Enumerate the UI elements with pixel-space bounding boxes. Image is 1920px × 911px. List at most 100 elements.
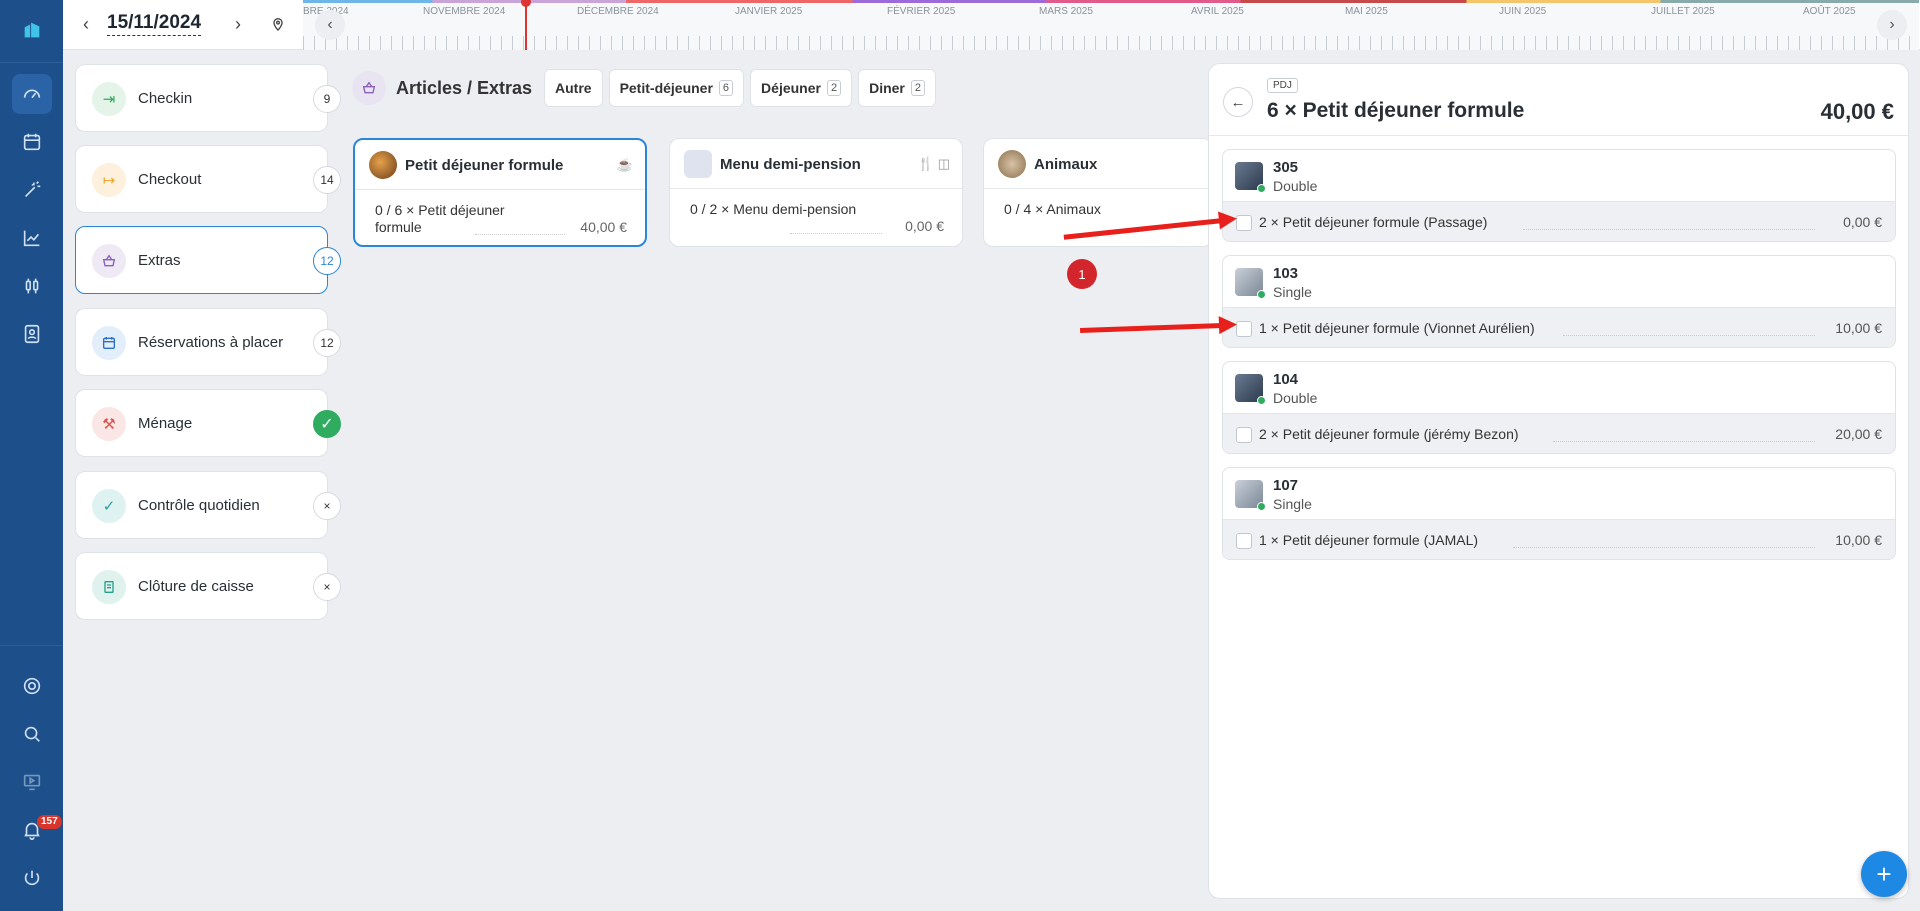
served-checkbox[interactable] [1236, 533, 1252, 549]
extra-line-price: 0,00 € [1843, 214, 1882, 230]
divider [670, 188, 962, 189]
timeline-next-button[interactable]: › [1877, 10, 1907, 40]
timeline-month-label: JUILLET 2025 [1651, 6, 1715, 17]
panel-title: 6 × Petit déjeuner formule [1267, 99, 1525, 122]
dotted-leader [1523, 229, 1815, 230]
previous-day-button[interactable]: ‹ [75, 13, 97, 35]
room-type: Double [1273, 390, 1318, 406]
task-card-checkout[interactable]: ↦ Checkout 14 [75, 145, 341, 213]
chip-autre[interactable]: Autre [544, 69, 603, 107]
task-done-check: ✓ [313, 410, 341, 438]
chip-petit-dejeuner[interactable]: Petit-déjeuner 6 [608, 69, 745, 107]
timeline-month-label: AVRIL 2025 [1191, 6, 1244, 17]
served-checkbox[interactable] [1236, 427, 1252, 443]
chip-label: Petit-déjeuner [619, 80, 713, 96]
search-icon[interactable] [12, 714, 52, 754]
chip-label: Diner [869, 80, 905, 96]
timeline-month-label: DÉCEMBRE 2024 [577, 6, 659, 17]
magic-wand-icon[interactable] [12, 170, 52, 210]
task-card-menage[interactable]: ⚒ Ménage ✓ [75, 389, 341, 457]
room-block-103: 103 Single 1 × Petit déjeuner formule (V… [1222, 255, 1896, 348]
timeline-month-label: NOVEMBRE 2024 [423, 6, 506, 17]
served-checkbox[interactable] [1236, 215, 1252, 231]
task-label: Ménage [138, 415, 193, 432]
task-label: Checkin [138, 90, 193, 107]
product-placeholder-icon [684, 150, 712, 178]
chip-count: 6 [718, 80, 734, 96]
logout-icon: ↦ [92, 163, 126, 197]
product-price: 0,00 € [905, 218, 944, 234]
extra-line-price: 20,00 € [1835, 426, 1882, 442]
chart-line-icon[interactable] [12, 218, 52, 258]
task-card-cloture[interactable]: Clôture de caisse × [75, 552, 341, 620]
timeline-ticks [303, 36, 1919, 50]
dotted-leader [1553, 441, 1815, 442]
dashboard-icon[interactable] [12, 74, 52, 114]
extra-line-text: 1 × Petit déjeuner formule (JAMAL) [1259, 532, 1479, 548]
contact-card-icon[interactable] [12, 314, 52, 354]
timeline-scrubber[interactable]: BRE 2024 NOVEMBRE 2024 DÉCEMBRE 2024 JAN… [303, 0, 1919, 50]
add-button[interactable]: + [1861, 851, 1907, 897]
coffee-cup-icon: ☕ [616, 157, 633, 172]
task-card-reservations[interactable]: Réservations à placer 12 [75, 308, 341, 376]
room-status-dot [1257, 290, 1266, 299]
task-count: 9 [313, 85, 341, 113]
task-card-extras[interactable]: Extras 12 [75, 226, 341, 294]
basket-icon [352, 71, 386, 105]
extra-line-text: 2 × Petit déjeuner formule (jérémy Bezon… [1259, 426, 1519, 442]
back-arrow-icon[interactable]: ← [1223, 87, 1253, 117]
sliders-icon[interactable] [12, 266, 52, 306]
dotted-leader [1563, 335, 1815, 336]
room-status-dot [1257, 502, 1266, 511]
next-day-button[interactable]: › [227, 13, 249, 35]
task-card-checkin[interactable]: ⇥ Checkin 9 [75, 64, 341, 132]
power-icon[interactable] [12, 858, 52, 898]
app-logo-icon[interactable] [12, 10, 52, 50]
location-pin-icon[interactable] [267, 13, 289, 35]
chip-label: Déjeuner [761, 80, 821, 96]
calendar-icon[interactable] [12, 122, 52, 162]
room-status-dot [1257, 396, 1266, 405]
served-checkbox[interactable] [1236, 321, 1252, 337]
task-count: 12 [313, 247, 341, 275]
chip-diner[interactable]: Diner 2 [858, 69, 937, 107]
timeline-current-marker[interactable] [521, 0, 531, 50]
rail-divider [0, 62, 63, 63]
product-price: 40,00 € [580, 219, 627, 235]
step-marker: 1 [1067, 259, 1097, 289]
receipt-icon [92, 570, 126, 604]
task-label: Extras [138, 252, 181, 269]
annotation-arrow [1079, 323, 1224, 333]
task-card-controle[interactable]: ✓ Contrôle quotidien × [75, 471, 341, 539]
top-bar: ‹ 15/11/2024 › BRE 2024 NOVEMBRE 2024 DÉ… [63, 0, 1920, 50]
task-status-x: × [313, 573, 341, 601]
room-number: 103 [1273, 265, 1299, 282]
main-navigation-rail: 157 [0, 0, 63, 911]
articles-title: Articles / Extras [396, 77, 533, 98]
room-type: Double [1273, 178, 1318, 194]
extra-line: 1 × Petit déjeuner formule (Vionnet Auré… [1223, 307, 1895, 347]
room-number: 107 [1273, 477, 1299, 494]
dotted-leader [1513, 547, 1815, 548]
rail-divider [0, 645, 63, 646]
timeline-month-label: MAI 2025 [1345, 6, 1388, 17]
timeline-prev-button[interactable]: ‹ [315, 10, 345, 40]
divider [355, 189, 645, 190]
room-type: Single [1273, 284, 1312, 300]
room-number: 305 [1273, 159, 1299, 176]
timeline-month-label: MARS 2025 [1039, 6, 1093, 17]
panel-total: 40,00 € [1820, 99, 1894, 124]
category-filter-chips: Autre Petit-déjeuner 6 Déjeuner 2 Diner … [544, 69, 937, 107]
help-lifebuoy-icon[interactable] [12, 666, 52, 706]
product-card-menu-demi-pension[interactable]: Menu demi-pension 🍴 ◫ 0 / 2 × Menu demi-… [669, 138, 963, 247]
product-card-petit-dejeuner[interactable]: Petit déjeuner formule ☕ 0 / 6 × Petit d… [353, 138, 647, 247]
chip-count: 2 [826, 80, 842, 96]
current-date[interactable]: 15/11/2024 [107, 12, 202, 36]
extra-line: 2 × Petit déjeuner formule (jérémy Bezon… [1223, 413, 1895, 453]
notification-count-badge: 157 [37, 815, 62, 829]
monitor-play-icon[interactable] [12, 762, 52, 802]
chip-dejeuner[interactable]: Déjeuner 2 [750, 69, 853, 107]
task-label: Réservations à placer [138, 334, 284, 351]
room-number: 104 [1273, 371, 1299, 388]
articles-header: Articles / Extras [352, 69, 532, 107]
